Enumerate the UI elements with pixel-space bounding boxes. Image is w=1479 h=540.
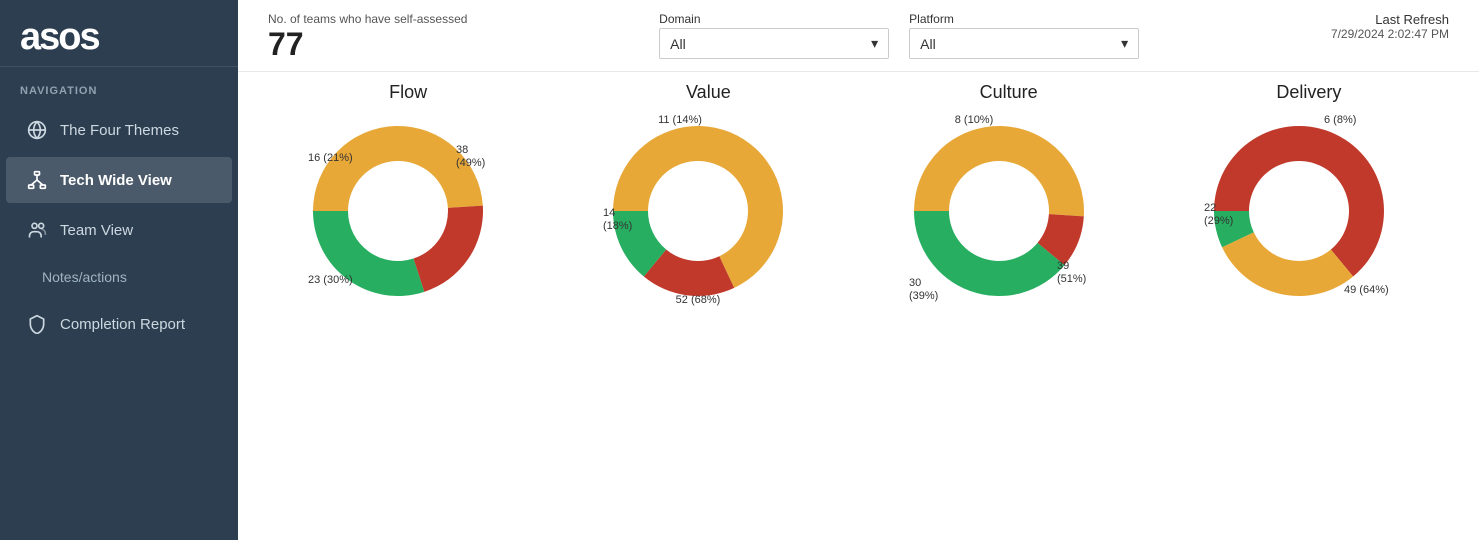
sidebar-item-four-themes-label: The Four Themes bbox=[60, 122, 179, 139]
svg-text:38(49%): 38(49%) bbox=[456, 144, 485, 169]
header-bar: No. of teams who have self-assessed 77 D… bbox=[238, 0, 1479, 72]
charts-area: Flow 38(49%) 16 (21%) 23 (30%) Value 11 (14%)… bbox=[238, 72, 1479, 540]
filters: Domain All ▾ Platform All ▾ bbox=[659, 12, 1139, 59]
svg-text:49 (64%): 49 (64%) bbox=[1344, 284, 1389, 296]
svg-text:23 (30%): 23 (30%) bbox=[308, 274, 353, 286]
globe-icon bbox=[26, 119, 48, 141]
last-refresh-label: Last Refresh bbox=[1375, 12, 1449, 27]
svg-text:39(51%): 39(51%) bbox=[1057, 260, 1086, 285]
people-icon bbox=[26, 219, 48, 241]
last-refresh-time: 7/29/2024 2:02:47 PM bbox=[1331, 27, 1449, 41]
svg-text:6 (8%): 6 (8%) bbox=[1324, 114, 1356, 126]
logo-area: asos bbox=[0, 0, 238, 67]
shield-icon bbox=[26, 313, 48, 335]
logo: asos bbox=[20, 18, 218, 56]
chart-value: Value11 (14%)14(18%)52 (68%) bbox=[558, 82, 858, 321]
sidebar-item-tech-wide-view[interactable]: Tech Wide View bbox=[6, 157, 232, 203]
chart-value-title: Value bbox=[686, 82, 731, 103]
platform-filter: Platform All ▾ bbox=[909, 12, 1139, 59]
platform-label: Platform bbox=[909, 12, 1139, 26]
svg-text:16 (21%): 16 (21%) bbox=[308, 152, 353, 164]
sidebar-item-completion-report-label: Completion Report bbox=[60, 316, 185, 333]
domain-filter: Domain All ▾ bbox=[659, 12, 889, 59]
sidebar-item-notes-actions-label: Notes/actions bbox=[42, 269, 127, 285]
chart-flow: Flow 38(49%) 16 (21%) 23 (30%) bbox=[258, 82, 558, 321]
teams-label: No. of teams who have self-assessed bbox=[268, 12, 467, 26]
sidebar-item-tech-wide-view-label: Tech Wide View bbox=[60, 172, 172, 189]
main-content: No. of teams who have self-assessed 77 D… bbox=[238, 0, 1479, 540]
sidebar-item-four-themes[interactable]: The Four Themes bbox=[6, 107, 232, 153]
platform-chevron-icon: ▾ bbox=[1121, 35, 1128, 52]
chart-culture-title: Culture bbox=[980, 82, 1038, 103]
network-icon bbox=[26, 169, 48, 191]
sidebar-item-notes-actions[interactable]: Notes/actions bbox=[6, 257, 232, 297]
svg-text:8 (10%): 8 (10%) bbox=[954, 114, 993, 126]
domain-chevron-icon: ▾ bbox=[871, 35, 878, 52]
sidebar: asos NAVIGATION The Four Themes Tech Wid… bbox=[0, 0, 238, 540]
chart-delivery-title: Delivery bbox=[1276, 82, 1341, 103]
platform-value: All bbox=[920, 36, 936, 52]
sidebar-item-team-view[interactable]: Team View bbox=[6, 207, 232, 253]
svg-text:52 (68%): 52 (68%) bbox=[676, 294, 721, 306]
chart-culture: Culture 8 (10%) 39(51%) 30(39%) bbox=[859, 82, 1159, 321]
sidebar-item-completion-report[interactable]: Completion Report bbox=[6, 301, 232, 347]
teams-count: 77 bbox=[268, 26, 304, 63]
sidebar-item-team-view-label: Team View bbox=[60, 222, 133, 239]
svg-text:11 (14%): 11 (14%) bbox=[658, 114, 702, 126]
last-refresh: Last Refresh 7/29/2024 2:02:47 PM bbox=[1331, 12, 1449, 41]
platform-select[interactable]: All ▾ bbox=[909, 28, 1139, 59]
chart-flow-title: Flow bbox=[389, 82, 427, 103]
domain-select[interactable]: All ▾ bbox=[659, 28, 889, 59]
domain-label: Domain bbox=[659, 12, 889, 26]
domain-value: All bbox=[670, 36, 686, 52]
chart-delivery: Delivery6 (8%)22(29%)49 (64%) bbox=[1159, 82, 1459, 321]
nav-label: NAVIGATION bbox=[0, 67, 238, 105]
teams-count-area: No. of teams who have self-assessed 77 bbox=[268, 12, 467, 63]
svg-text:30(39%): 30(39%) bbox=[909, 277, 938, 302]
